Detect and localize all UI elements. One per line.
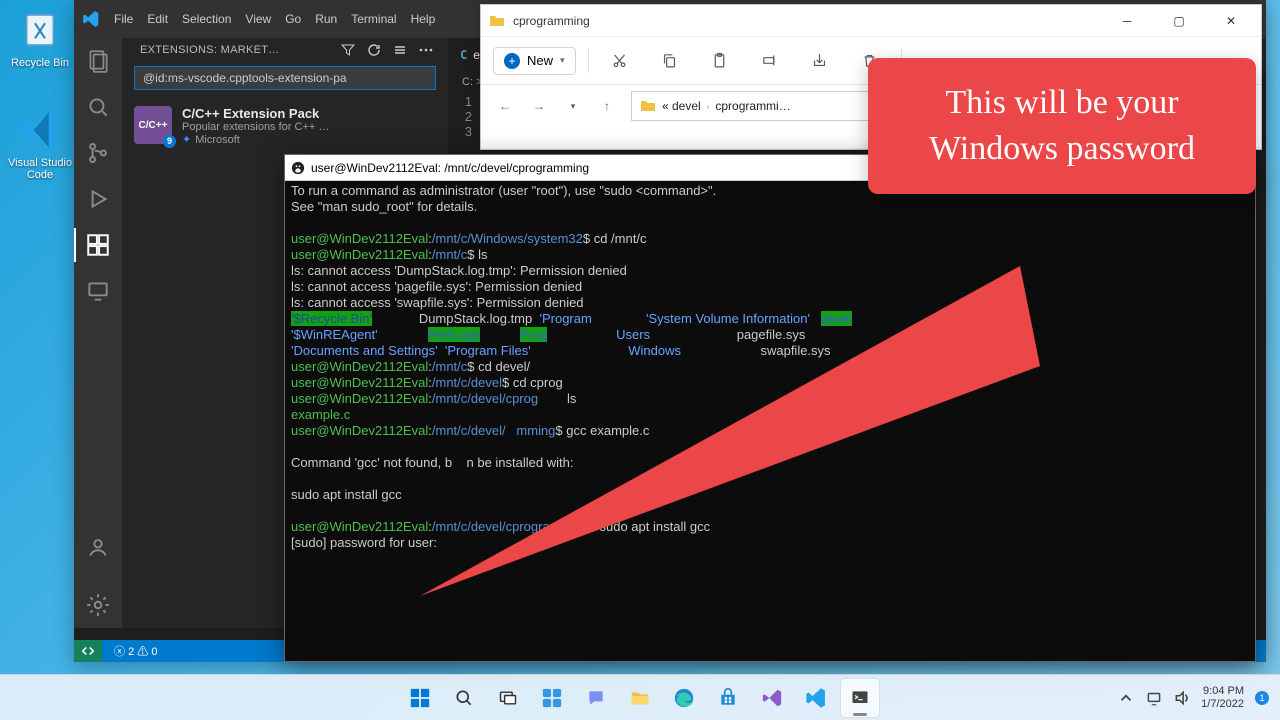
explorer-toolbar: +New▾ [481, 37, 1261, 85]
activity-account[interactable] [85, 534, 111, 560]
terminal-titlebar[interactable]: user@WinDev2112Eval: /mnt/c/devel/cprogr… [285, 155, 1255, 181]
delete-button[interactable] [851, 45, 889, 77]
verified-icon: ✦ [182, 133, 191, 146]
vscode-logo-icon [82, 10, 100, 28]
recent-dropdown[interactable]: ▾ [559, 92, 587, 120]
filter-icon[interactable] [340, 42, 356, 58]
sidebar-title: EXTENSIONS: MARKET… [140, 44, 280, 56]
search-icon [454, 688, 474, 708]
menu-file[interactable]: File [114, 12, 133, 26]
extension-count-badge: 9 [163, 135, 176, 148]
menu-go[interactable]: Go [285, 12, 301, 26]
activity-bar [74, 38, 122, 628]
vscode-icon [20, 110, 60, 150]
menu-view[interactable]: View [245, 12, 271, 26]
desktop-icon-recycle-bin[interactable]: Recycle Bin [4, 10, 76, 69]
menu-edit[interactable]: Edit [147, 12, 168, 26]
refresh-icon[interactable] [366, 42, 382, 58]
tux-icon [291, 161, 305, 175]
terminal-taskbar[interactable] [841, 679, 879, 717]
explorer-taskbar[interactable] [621, 679, 659, 717]
search-button[interactable] [445, 679, 483, 717]
visualstudio-taskbar[interactable] [753, 679, 791, 717]
back-button[interactable]: ← [491, 92, 519, 120]
share-button[interactable] [801, 45, 839, 77]
widgets-button[interactable] [533, 679, 571, 717]
windows-icon [409, 687, 431, 709]
start-button[interactable] [401, 679, 439, 717]
activity-explorer[interactable] [85, 48, 111, 74]
store-taskbar[interactable] [709, 679, 747, 717]
extension-icon: C/C++ 9 [134, 106, 172, 144]
terminal-body[interactable]: To run a command as administrator (user … [285, 181, 1255, 553]
clear-icon[interactable] [392, 42, 408, 58]
extensions-search-input[interactable]: @id:ms-vscode.cpptools-extension-pa [134, 66, 436, 90]
explorer-titlebar[interactable]: cprogramming ─ ▢ ✕ [481, 5, 1261, 37]
menu-selection[interactable]: Selection [182, 12, 231, 26]
activity-settings[interactable] [85, 592, 111, 618]
file-explorer-window: cprogramming ─ ▢ ✕ +New▾ ← → ▾ ↑ « devel… [480, 4, 1262, 150]
system-tray[interactable]: 9:04 PM 1/7/2022 1 [1117, 685, 1280, 711]
remote-indicator[interactable] [74, 640, 102, 662]
desktop-icon-label: Recycle Bin [4, 57, 76, 69]
terminal-title: user@WinDev2112Eval: /mnt/c/devel/cprogr… [311, 160, 589, 176]
wsl-terminal-window: user@WinDev2112Eval: /mnt/c/devel/cprogr… [284, 154, 1256, 662]
address-bar[interactable]: « devel › cprogrammi… ⌄ [631, 91, 1251, 121]
chat-button[interactable] [577, 679, 615, 717]
up-button[interactable]: ↑ [593, 92, 621, 120]
desktop-icon-vscode[interactable]: Visual Studio Code [4, 110, 76, 181]
clock[interactable]: 9:04 PM 1/7/2022 [1201, 685, 1244, 711]
menu-run[interactable]: Run [315, 12, 337, 26]
extension-publisher: Microsoft [195, 134, 240, 146]
extension-item[interactable]: C/C++ 9 C/C++ Extension Pack Popular ext… [122, 98, 448, 154]
activity-search[interactable] [85, 94, 111, 120]
activity-remote[interactable] [85, 278, 111, 304]
more-icon[interactable] [418, 42, 434, 58]
edge-taskbar[interactable] [665, 679, 703, 717]
extension-name: C/C++ Extension Pack [182, 106, 436, 121]
folder-icon [489, 13, 505, 29]
clock-time: 9:04 PM [1201, 685, 1244, 698]
minimize-button[interactable]: ─ [1105, 6, 1149, 36]
menu-terminal[interactable]: Terminal [351, 12, 396, 26]
new-button[interactable]: +New▾ [493, 47, 576, 75]
copy-button[interactable] [651, 45, 689, 77]
notification-badge-icon[interactable]: 1 [1254, 690, 1270, 706]
clock-date: 1/7/2022 [1201, 698, 1244, 711]
desktop-icon-label: Visual Studio Code [4, 157, 76, 181]
network-icon[interactable] [1145, 689, 1163, 707]
close-button[interactable]: ✕ [1209, 6, 1253, 36]
task-view-button[interactable] [489, 679, 527, 717]
maximize-button[interactable]: ▢ [1157, 6, 1201, 36]
volume-icon[interactable] [1173, 689, 1191, 707]
activity-extensions[interactable] [85, 232, 111, 258]
activity-scm[interactable] [85, 140, 111, 166]
folder-icon [640, 98, 656, 114]
taskbar: 9:04 PM 1/7/2022 1 [0, 674, 1280, 720]
recycle-bin-icon [20, 10, 60, 50]
menu-help[interactable]: Help [411, 12, 436, 26]
extension-description: Popular extensions for C++ … [182, 121, 436, 133]
vscode-taskbar[interactable] [797, 679, 835, 717]
explorer-nav: ← → ▾ ↑ « devel › cprogrammi… ⌄ [481, 85, 1261, 127]
paste-button[interactable] [701, 45, 739, 77]
window-title: cprogramming [513, 14, 590, 28]
forward-button[interactable]: → [525, 92, 553, 120]
c-file-icon: C [460, 48, 467, 62]
cut-button[interactable] [601, 45, 639, 77]
activity-run-debug[interactable] [85, 186, 111, 212]
svg-text:1: 1 [1259, 693, 1264, 703]
chevron-up-icon[interactable] [1117, 689, 1135, 707]
rename-button[interactable] [751, 45, 789, 77]
problems-indicator[interactable]: ⓧ 2 ⚠ 0 [114, 643, 157, 659]
chevron-down-icon[interactable]: ⌄ [1232, 99, 1242, 113]
